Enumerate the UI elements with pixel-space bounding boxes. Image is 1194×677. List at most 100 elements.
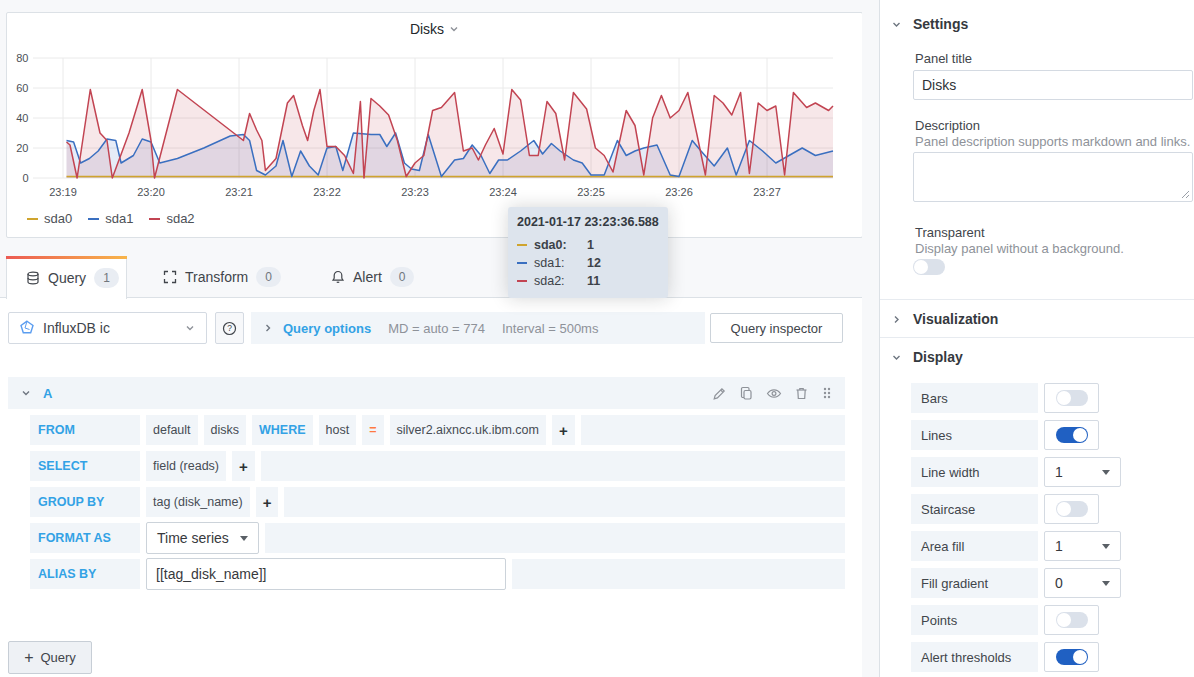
- tab-query[interactable]: Query 1: [6, 256, 127, 299]
- toggle-switch[interactable]: [1056, 501, 1088, 517]
- legend-series-name: sda2: [166, 211, 194, 226]
- query-row-filler[interactable]: [265, 523, 845, 553]
- query-row-filler[interactable]: [581, 415, 845, 445]
- query-options-toggle[interactable]: Query options: [283, 321, 371, 336]
- eye-visibility-icon[interactable]: [766, 386, 782, 401]
- query-part-row-alias-by: ALIAS BY[[tag_disk_name]]: [30, 558, 845, 590]
- add-segment-button[interactable]: +: [256, 487, 279, 517]
- query-row-filler[interactable]: [261, 451, 845, 481]
- description-hint: Panel description supports markdown and …: [915, 134, 1190, 149]
- panel-title-label: Panel title: [915, 51, 972, 66]
- tooltip-series-name: sda0:: [534, 238, 574, 252]
- datasource-picker[interactable]: InfluxDB ic: [8, 312, 207, 344]
- display-select-line-width[interactable]: 1: [1044, 457, 1121, 487]
- chevron-down-icon: [891, 19, 902, 30]
- display-toggle-staircase[interactable]: [1044, 494, 1099, 524]
- legend-item-sda1[interactable]: sda1: [88, 211, 133, 226]
- trash-delete-icon[interactable]: [794, 386, 809, 401]
- tab-alert-count: 0: [390, 267, 415, 287]
- display-toggle-bars[interactable]: [1044, 383, 1099, 413]
- display-select-fill-gradient[interactable]: 0: [1044, 568, 1121, 598]
- query-inspector-button[interactable]: Query inspector: [710, 313, 843, 343]
- display-select-area-fill[interactable]: 1: [1044, 531, 1121, 561]
- tab-query-count: 1: [94, 268, 119, 288]
- query-segment[interactable]: WHERE: [252, 415, 313, 445]
- add-segment-button[interactable]: +: [552, 415, 575, 445]
- panel-title-input[interactable]: Disks: [913, 70, 1193, 100]
- drag-handle-icon[interactable]: [821, 386, 833, 400]
- transparent-label: Transparent: [915, 225, 985, 240]
- query-options-bar[interactable]: Query options MD = auto = 774 Interval =…: [251, 312, 705, 344]
- query-segment[interactable]: default: [146, 415, 198, 445]
- alias-by-input[interactable]: [[tag_disk_name]]: [146, 558, 506, 590]
- legend-item-sda0[interactable]: sda0: [27, 211, 72, 226]
- tab-alert-label: Alert: [353, 269, 382, 285]
- help-icon: ?: [222, 321, 237, 336]
- svg-text:23:20: 23:20: [137, 186, 165, 198]
- svg-text:?: ?: [227, 323, 232, 333]
- svg-text:23:24: 23:24: [489, 186, 517, 198]
- svg-text:0: 0: [22, 172, 28, 184]
- tooltip-timestamp: 2021-01-17 23:23:36.588: [517, 215, 659, 229]
- query-segment[interactable]: field (reads): [146, 451, 226, 481]
- pane-splitter[interactable]: [862, 0, 880, 677]
- toggle-switch[interactable]: [1056, 427, 1088, 443]
- query-row-filler[interactable]: [512, 559, 845, 589]
- query-segment[interactable]: =: [362, 415, 383, 445]
- query-options-interval: Interval = 500ms: [502, 321, 598, 336]
- svg-text:60: 60: [16, 82, 28, 94]
- query-segment[interactable]: tag (disk_name): [146, 487, 250, 517]
- query-segment[interactable]: disks: [204, 415, 246, 445]
- display-option-label-fill-gradient: Fill gradient: [911, 568, 1038, 598]
- section-settings-header[interactable]: Settings: [891, 16, 968, 32]
- transparent-toggle[interactable]: [913, 259, 945, 275]
- datasource-chevron-icon: [184, 322, 196, 334]
- query-segment[interactable]: host: [319, 415, 357, 445]
- datasource-help-button[interactable]: ?: [215, 312, 244, 344]
- legend-series-name: sda0: [44, 211, 72, 226]
- format-as-select[interactable]: Time series: [146, 522, 259, 554]
- tooltip-series-name: sda1:: [534, 256, 574, 270]
- tooltip-series-row: sda0:1: [517, 237, 659, 252]
- query-row-header[interactable]: A: [8, 377, 845, 409]
- toggle-switch[interactable]: [1056, 612, 1088, 628]
- display-toggle-lines[interactable]: [1044, 420, 1099, 450]
- add-segment-button[interactable]: +: [232, 451, 255, 481]
- query-segment[interactable]: silver2.aixncc.uk.ibm.com: [390, 415, 546, 445]
- query-part-row-from: FROMdefaultdisksWHEREhost=silver2.aixncc…: [30, 414, 845, 446]
- svg-text:20: 20: [16, 142, 28, 154]
- tooltip-series-dash: [517, 244, 527, 246]
- add-query-button[interactable]: + Query: [8, 641, 92, 674]
- tab-transform[interactable]: Transform 0: [163, 256, 281, 298]
- display-option-label-points: Points: [911, 605, 1038, 635]
- section-display-header[interactable]: Display: [891, 349, 963, 365]
- legend-item-sda2[interactable]: sda2: [149, 211, 194, 226]
- tab-alert[interactable]: Alert 0: [331, 256, 414, 298]
- query-options-chevron-icon: [263, 323, 273, 333]
- svg-text:23:23: 23:23: [401, 186, 429, 198]
- display-toggle-alert-thresholds[interactable]: [1044, 642, 1099, 672]
- svg-text:80: 80: [16, 52, 28, 64]
- disks-time-series-chart[interactable]: 02040608023:1923:2023:2123:2223:2323:242…: [7, 13, 862, 237]
- query-part-row-format-as: FORMAT ASTime series: [30, 522, 845, 554]
- duplicate-copy-icon[interactable]: [739, 386, 754, 401]
- resize-handle-icon[interactable]: [1181, 190, 1190, 199]
- svg-text:23:19: 23:19: [49, 186, 77, 198]
- section-visualization-header[interactable]: Visualization: [891, 311, 998, 327]
- toggle-switch[interactable]: [1056, 649, 1088, 665]
- query-row-filler[interactable]: [284, 487, 845, 517]
- description-textarea[interactable]: [913, 152, 1193, 202]
- query-options-md: MD = auto = 774: [388, 321, 485, 336]
- select-value: 1: [1055, 464, 1063, 480]
- edit-pencil-icon[interactable]: [712, 386, 727, 401]
- query-part-row-select: SELECTfield (reads)+: [30, 450, 845, 482]
- toggle-switch[interactable]: [1056, 390, 1088, 406]
- query-part-label: ALIAS BY: [30, 559, 140, 589]
- legend-color-dash: [27, 218, 38, 220]
- svg-text:23:25: 23:25: [577, 186, 605, 198]
- tooltip-series-row: sda2:11: [517, 273, 659, 288]
- display-toggle-points[interactable]: [1044, 605, 1099, 635]
- query-collapse-chevron-icon[interactable]: [20, 387, 32, 399]
- query-part-label: SELECT: [30, 451, 140, 481]
- tooltip-series-row: sda1:12: [517, 255, 659, 270]
